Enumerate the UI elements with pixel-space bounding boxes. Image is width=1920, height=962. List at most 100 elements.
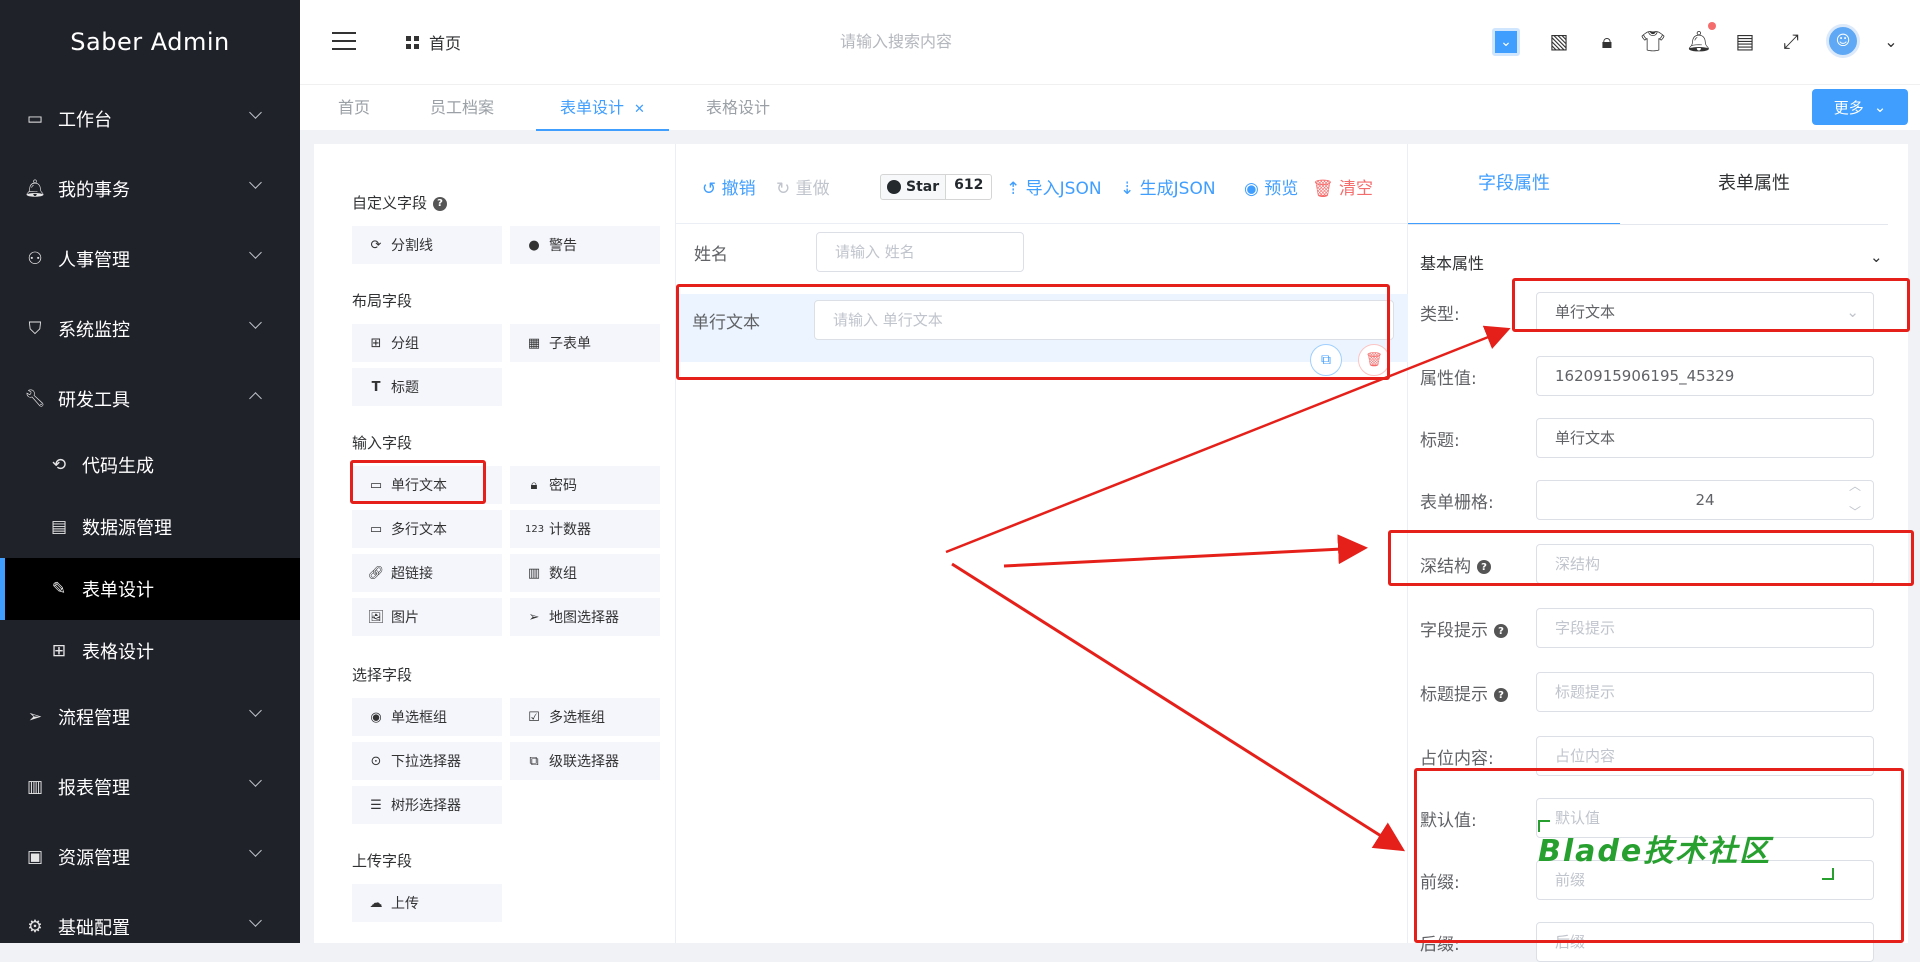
sidebar-item-table-design[interactable]: ⊞ 表格设计 (0, 620, 300, 682)
sidebar-item-label: 我的事务 (58, 180, 130, 201)
tab-form-props[interactable]: 表单属性 (1620, 144, 1888, 224)
tab-field-props[interactable]: 字段属性 (1408, 144, 1620, 225)
sidebar-item-label: 代码生成 (82, 456, 154, 477)
field-palette: 自定义字段? ⟳ 分割线 ● 警告 布局字段 ⊞ 分组 ▦ 子表单 T 标题 输入字段 ▭… (314, 144, 676, 943)
palette-counter[interactable]: 123 计数器 (510, 510, 660, 548)
delete-field-button[interactable]: 🗑︎ (1358, 344, 1390, 376)
chevron-down-icon[interactable]: ⌄ (1870, 248, 1883, 266)
palette-item-label: 分组 (391, 336, 419, 352)
prop-value-input[interactable]: 1620915906195_45329 (1536, 356, 1874, 396)
palette-divider[interactable]: ⟳ 分割线 (352, 226, 502, 264)
language-icon[interactable]: ▤ (1732, 28, 1758, 54)
tab-label: 表单设计 (560, 98, 625, 117)
copy-field-button[interactable]: ⧉ (1310, 344, 1342, 376)
sidebar-item-label: 工作台 (58, 110, 112, 131)
field-text-input[interactable]: 请输入 单行文本 (814, 300, 1394, 340)
palette-password[interactable]: 🔒︎ 密码 (510, 466, 660, 504)
more-button[interactable]: 更多 ⌄ (1812, 89, 1908, 125)
sidebar-item-resources[interactable]: ▣ 资源管理 (0, 822, 300, 892)
sidebar-item-devtools[interactable]: 🔧︎ 研发工具 (0, 364, 300, 434)
chevron-down-icon[interactable]: ⌄ (1878, 28, 1904, 54)
theme-icon[interactable]: ▧ (1546, 28, 1572, 54)
close-icon[interactable]: ✕ (634, 102, 645, 117)
clear-button[interactable]: 🗑︎ 清空 (1312, 174, 1373, 199)
home-label: 首页 (429, 34, 462, 53)
import-json-button[interactable]: ⇡ 导入JSON (1006, 174, 1102, 199)
avatar[interactable]: ☺ (1826, 24, 1860, 58)
palette-title[interactable]: T 标题 (352, 368, 502, 406)
table-icon: ▦ (527, 335, 541, 351)
edit-icon: ✎ (51, 579, 67, 599)
input-fields-title: 输入字段 (352, 434, 413, 452)
palette-map[interactable]: ➢ 地图选择器 (510, 598, 660, 636)
sidebar-item-label: 基础配置 (58, 918, 130, 939)
shirt-icon[interactable]: 👕︎ (1640, 28, 1666, 54)
preview-button[interactable]: ◉ 预览 (1244, 174, 1298, 199)
type-select[interactable]: 单行文本 ⌄ (1536, 292, 1874, 332)
suffix-input[interactable]: 后缀 (1536, 922, 1874, 962)
tab-home[interactable]: 首页 (314, 85, 394, 131)
fullscreen-icon[interactable]: ⤢ (1778, 28, 1804, 54)
tab-form-design[interactable]: 表单设计 ✕ (536, 85, 669, 131)
placeholder-input[interactable]: 占位内容 (1536, 736, 1874, 776)
sidebar-item-hr[interactable]: ⚇ 人事管理 (0, 224, 300, 294)
github-star-button[interactable]: Star 612 (880, 174, 993, 200)
redo-button[interactable]: ↻ 重做 (776, 174, 830, 199)
deep-input[interactable]: 深结构 (1536, 544, 1874, 584)
tab-employee[interactable]: 员工档案 (406, 85, 518, 131)
palette-item-label: 数组 (549, 566, 577, 582)
sidebar-item-form-design[interactable]: ✎ 表单设计 (0, 558, 300, 620)
palette-tree[interactable]: ☰ 树形选择器 (352, 786, 502, 824)
undo-button[interactable]: ↺ 撤销 (702, 174, 756, 199)
upload-icon: ⇡ (1006, 179, 1021, 199)
palette-checkbox[interactable]: ☑ 多选框组 (510, 698, 660, 736)
stepper-arrows-icon[interactable]: ︿ ﹀ (1849, 473, 1861, 525)
divider-icon: ⟳ (370, 237, 382, 253)
wrench-icon: 🔧︎ (24, 389, 46, 409)
palette-group[interactable]: ⊞ 分组 (352, 324, 502, 362)
palette-cascader[interactable]: ⧉ 级联选择器 (510, 742, 660, 780)
title-tip-input[interactable]: 标题提示 (1536, 672, 1874, 712)
generate-json-button[interactable]: ⇣ 生成JSON (1120, 174, 1216, 199)
palette-textarea[interactable]: ▭ 多行文本 (352, 510, 502, 548)
chevron-down-icon (249, 246, 262, 259)
menu-toggle-icon[interactable] (332, 32, 356, 50)
field-tip-input[interactable]: 字段提示 (1536, 608, 1874, 648)
tab-table-design[interactable]: 表格设计 (682, 85, 794, 131)
palette-select[interactable]: ⊙ 下拉选择器 (352, 742, 502, 780)
field-text-label: 单行文本 (692, 313, 760, 333)
prefix-label: 前缀: (1420, 873, 1460, 893)
sidebar-item-monitor[interactable]: ⛉ 系统监控 (0, 294, 300, 364)
undo-icon: ↺ (702, 179, 717, 199)
palette-item-label: 多选框组 (549, 710, 605, 726)
sidebar-item-datasource[interactable]: ▤ 数据源管理 (0, 496, 300, 558)
palette-array[interactable]: ▥ 数组 (510, 554, 660, 592)
sidebar-item-workflow[interactable]: ➢ 流程管理 (0, 682, 300, 752)
palette-upload[interactable]: ☁ 上传 (352, 884, 502, 922)
more-label: 更多 (1833, 98, 1864, 117)
sidebar-item-workbench[interactable]: ▭ 工作台 (0, 84, 300, 154)
lock-icon[interactable]: 🔒︎ (1594, 28, 1620, 54)
palette-single-text[interactable]: ▭ 单行文本 (352, 466, 502, 504)
placeholder-label: 占位内容: (1420, 749, 1494, 769)
textarea-icon: ▭ (369, 521, 383, 537)
sidebar-item-codegen[interactable]: ⟲ 代码生成 (0, 434, 300, 496)
grid-stepper[interactable]: 24 ︿ ﹀ (1536, 479, 1874, 520)
home-link[interactable]: 首页 (406, 30, 461, 54)
palette-radio[interactable]: ◉ 单选框组 (352, 698, 502, 736)
notification-bell-icon[interactable]: 🔔︎ (1686, 22, 1716, 54)
sidebar-item-config[interactable]: ⚙ 基础配置 (0, 892, 300, 962)
sidebar-item-reports[interactable]: ▥ 报表管理 (0, 752, 300, 822)
field-name-input[interactable]: 请输入 姓名 (816, 232, 1024, 272)
palette-alert[interactable]: ● 警告 (510, 226, 660, 264)
palette-item-label: 标题 (391, 380, 419, 396)
sidebar-item-affairs[interactable]: 🔔︎ 我的事务 (0, 154, 300, 224)
palette-subform[interactable]: ▦ 子表单 (510, 324, 660, 362)
palette-item-label: 图片 (391, 610, 419, 626)
palette-image[interactable]: 🖼︎ 图片 (352, 598, 502, 636)
title-label: 标题: (1420, 431, 1460, 451)
dropdown-toggle-icon[interactable]: ⌄ (1492, 28, 1520, 56)
title-input[interactable]: 单行文本 (1536, 418, 1874, 458)
search-input[interactable] (840, 26, 1100, 60)
palette-link[interactable]: 🔗︎ 超链接 (352, 554, 502, 592)
